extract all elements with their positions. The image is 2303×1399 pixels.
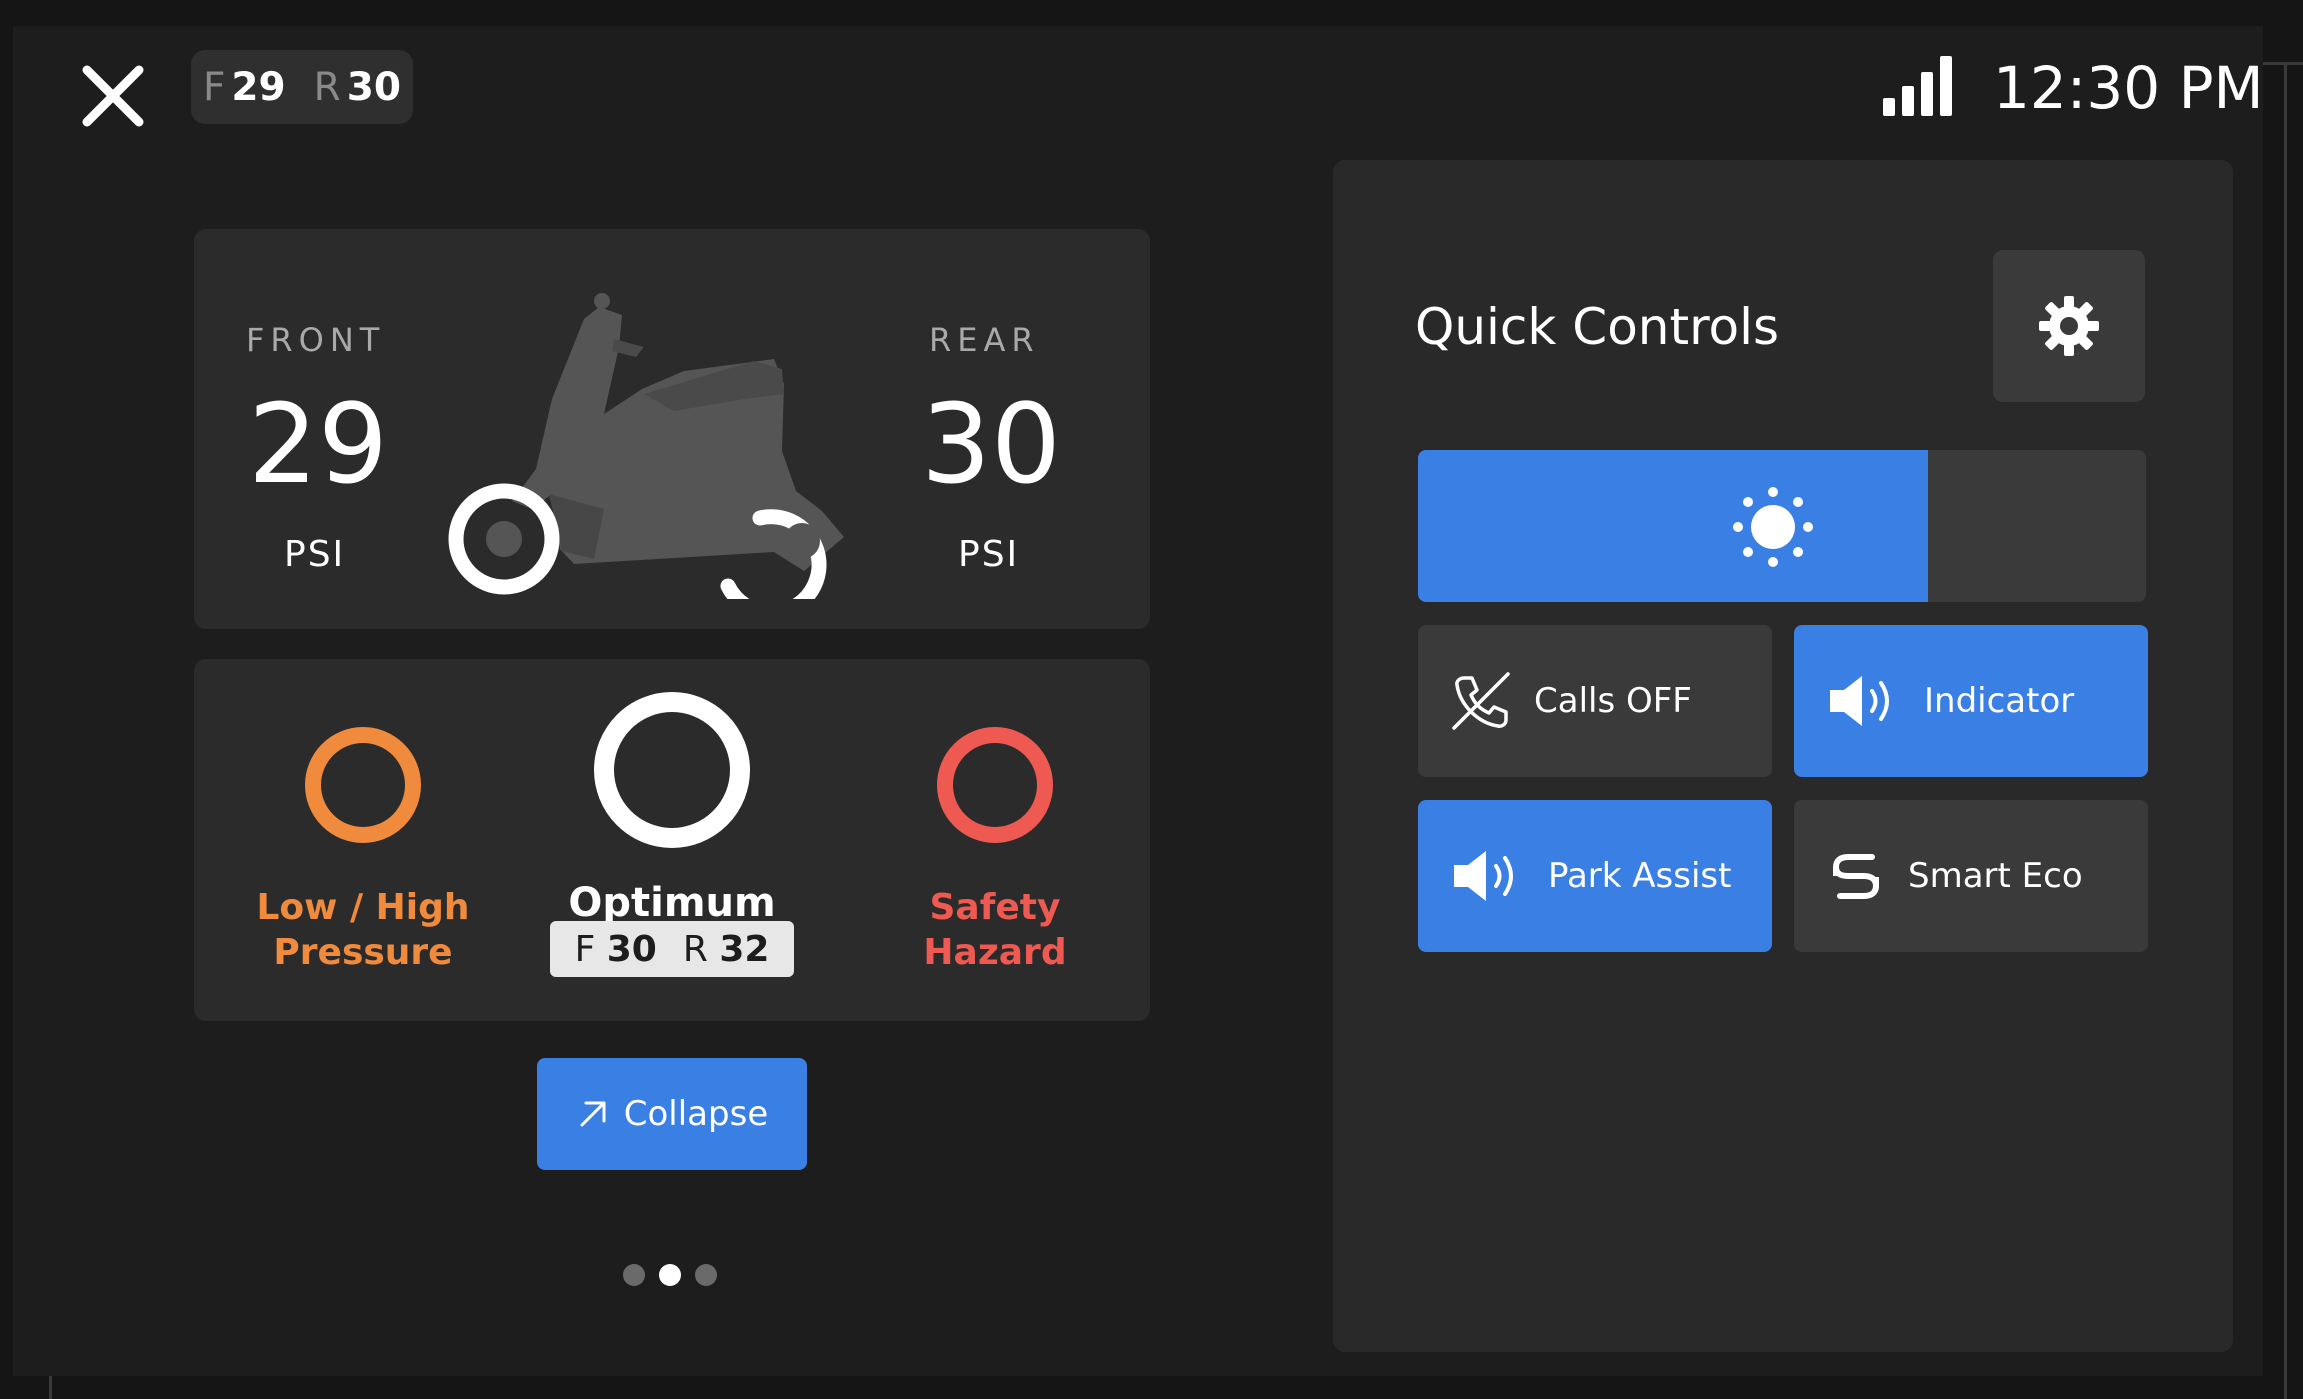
rear-tyre-label: REAR: [929, 321, 1040, 359]
speaker-icon: [1454, 851, 1513, 901]
rear-pressure-value: 30: [346, 64, 402, 110]
frame-edge: [49, 1376, 52, 1399]
gear-icon: [2039, 296, 2099, 356]
optimum-status-label: Optimum: [568, 880, 776, 926]
quick-controls-title: Quick Controls: [1415, 298, 1780, 356]
smart-eco-icon: [1833, 854, 1879, 899]
pressure-summary-pill: F 29 R 30: [191, 50, 413, 124]
pressure-status-card: Low / High Pressure Optimum F 30 R 32 Sa…: [194, 659, 1150, 1021]
smart-eco-toggle[interactable]: Smart Eco: [1794, 800, 2148, 952]
page-dot-active[interactable]: [659, 1264, 681, 1286]
brightness-sun-icon: [1733, 487, 1813, 567]
low-high-status-label: Low / High Pressure: [256, 887, 470, 973]
collapse-label: Collapse: [623, 1094, 769, 1134]
page-dot[interactable]: [623, 1264, 645, 1286]
frame-edge: [2263, 62, 2303, 65]
park-assist-toggle[interactable]: Park Assist: [1418, 800, 1772, 952]
calls-off-label: Calls OFF: [1534, 681, 1692, 721]
close-button[interactable]: [73, 56, 153, 136]
settings-button[interactable]: [1993, 250, 2145, 402]
front-label: F: [202, 64, 226, 110]
park-assist-label: Park Assist: [1548, 856, 1732, 896]
front-tyre-label: FRONT: [246, 321, 386, 359]
speaker-icon: [1830, 676, 1889, 726]
clock-time: 12:30 PM: [1993, 54, 2264, 122]
rear-label: R: [313, 64, 341, 110]
indicator-toggle[interactable]: Indicator: [1794, 625, 2148, 777]
quick-controls-panel: Quick Controls Calls OFF Indicator Park …: [1333, 160, 2233, 1352]
front-pressure-value: 29: [231, 64, 286, 110]
scooter-illustration: [448, 293, 844, 599]
safety-hazard-status-ring: [937, 727, 1053, 843]
safety-hazard-status-label: Safety Hazard: [923, 887, 1067, 973]
low-high-status-ring: [305, 727, 421, 843]
frame-edge: [2284, 62, 2287, 1399]
optimum-status-ring: [594, 692, 750, 848]
phone-off-icon: [1452, 672, 1510, 730]
indicator-label: Indicator: [1924, 681, 2075, 721]
collapse-button[interactable]: Collapse: [537, 1058, 807, 1170]
dashboard-screen: F 29 R 30 12:30 PM FRONT 29 PSI REAR 30 PS…: [13, 26, 2264, 1376]
page-indicator: [623, 1264, 717, 1286]
optimum-pressure-badge: F 30 R 32: [550, 921, 794, 977]
smart-eco-label: Smart Eco: [1908, 856, 2083, 896]
front-tyre-unit: PSI: [284, 534, 346, 575]
tyre-pressure-card: FRONT 29 PSI REAR 30 PSI: [194, 229, 1150, 629]
rear-tyre-unit: PSI: [958, 534, 1020, 575]
calls-off-toggle[interactable]: Calls OFF: [1418, 625, 1772, 777]
close-icon: [82, 65, 144, 127]
signal-strength-icon: [1883, 54, 1953, 116]
brightness-slider-fill: [1418, 450, 1928, 602]
page-dot[interactable]: [695, 1264, 717, 1286]
brightness-slider[interactable]: [1418, 450, 2146, 602]
front-tyre-pressure: 29: [248, 380, 388, 508]
arrow-up-right-icon: [580, 1101, 606, 1127]
rear-tyre-pressure: 30: [921, 380, 1061, 508]
